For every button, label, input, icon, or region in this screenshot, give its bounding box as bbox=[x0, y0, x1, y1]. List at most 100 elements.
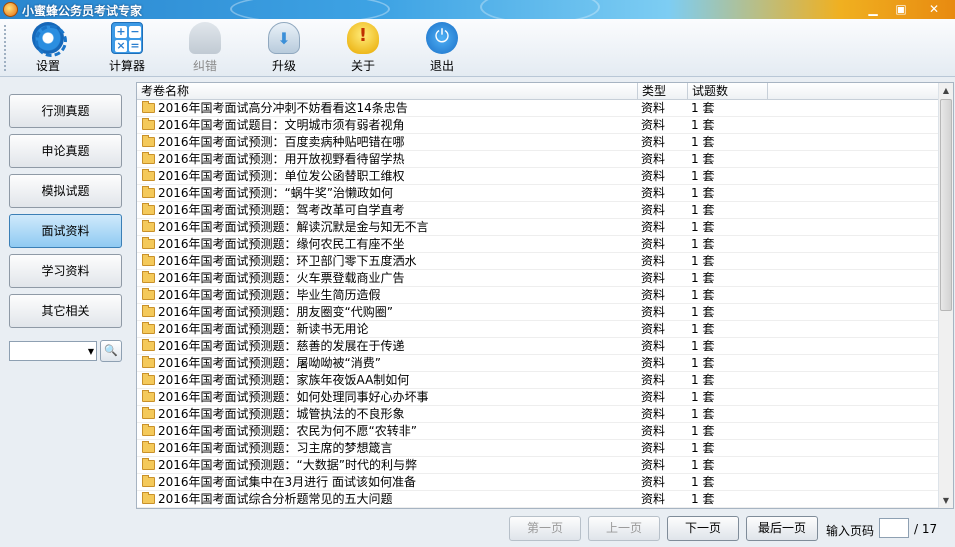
calculator-button[interactable]: + − × = 计算器 bbox=[95, 22, 159, 74]
table-row[interactable]: 2016年国考面试预测题：火车票登载商业广告 资料 1 套 bbox=[137, 270, 939, 287]
report-error-button[interactable]: 纠错 bbox=[173, 22, 237, 74]
search-combo[interactable]: ▼ bbox=[9, 341, 97, 361]
folder-icon bbox=[142, 152, 155, 164]
table-row[interactable]: 2016年国考面试预测题：朋友圈变“代购圈” 资料 1 套 bbox=[137, 304, 939, 321]
row-name-text: 2016年国考面试预测题：城管执法的不良形象 bbox=[158, 407, 405, 421]
column-header-type[interactable]: 类型 bbox=[638, 83, 688, 100]
table-row[interactable]: 2016年国考面试预测题：驾考改革可自学直考 资料 1 套 bbox=[137, 202, 939, 219]
row-type-cell: 资料 bbox=[641, 424, 666, 438]
table-row[interactable]: 2016年国考面试题目：文明城市须有弱者视角 资料 1 套 bbox=[137, 117, 939, 134]
window-title: 小蜜蜂公务员考试专家 bbox=[22, 4, 143, 18]
row-count-cell: 1 套 bbox=[691, 237, 715, 251]
row-count-cell: 1 套 bbox=[691, 152, 715, 166]
settings-button[interactable]: 设置 bbox=[16, 22, 80, 74]
scroll-down-icon[interactable]: ▼ bbox=[939, 493, 953, 508]
table-row[interactable]: 2016年国考面试集中在3月进行 面试该如何准备 资料 1 套 bbox=[137, 474, 939, 491]
table-row[interactable]: 2016年国考面试预测题：农民为何不愿“农转非” 资料 1 套 bbox=[137, 423, 939, 440]
row-type-cell: 资料 bbox=[641, 237, 666, 251]
last-page-button[interactable]: 最后一页 bbox=[746, 516, 818, 541]
table-row[interactable]: 2016年国考面试预测题：如何处理同事好心办坏事 资料 1 套 bbox=[137, 389, 939, 406]
sidebar-item-study[interactable]: 学习资料 bbox=[9, 254, 122, 288]
cloud-download-icon bbox=[268, 22, 300, 54]
person-icon bbox=[189, 22, 221, 54]
row-count-cell: 1 套 bbox=[691, 373, 715, 387]
table-row[interactable]: 2016年国考面试预测题：“大数据”时代的利与弊 资料 1 套 bbox=[137, 457, 939, 474]
row-count-cell: 1 套 bbox=[691, 356, 715, 370]
first-page-button[interactable]: 第一页 bbox=[509, 516, 581, 541]
table-row[interactable]: 2016年国考面试预测题：环卫部门零下五度洒水 资料 1 套 bbox=[137, 253, 939, 270]
settings-label: 设置 bbox=[35, 59, 60, 73]
row-type-cell: 资料 bbox=[641, 135, 666, 149]
table-row[interactable]: 2016年国考面试预测题：家族年夜饭AA制如何 资料 1 套 bbox=[137, 372, 939, 389]
row-type-cell: 资料 bbox=[641, 475, 666, 489]
row-name-text: 2016年国考面试预测题：朋友圈变“代购圈” bbox=[158, 305, 393, 319]
sidebar-item-shenlun[interactable]: 申论真题 bbox=[9, 134, 122, 168]
prev-page-button[interactable]: 上一页 bbox=[588, 516, 660, 541]
table-row[interactable]: 2016年国考面试预测：“蜗牛奖”治懒政如何 资料 1 套 bbox=[137, 185, 939, 202]
row-name-text: 2016年国考面试预测题：农民为何不愿“农转非” bbox=[158, 424, 417, 438]
table-row[interactable]: 2016年国考面试预测题：解读沉默是金与知无不言 资料 1 套 bbox=[137, 219, 939, 236]
row-name-text: 2016年国考面试预测：百度卖病种贴吧错在哪 bbox=[158, 135, 405, 149]
row-name-text: 2016年国考面试预测题：火车票登载商业广告 bbox=[158, 271, 405, 285]
table-row[interactable]: 2016年国考面试预测：百度卖病种贴吧错在哪 资料 1 套 bbox=[137, 134, 939, 151]
chevron-down-icon[interactable]: ▼ bbox=[88, 347, 94, 356]
close-button[interactable]: ✕ bbox=[921, 1, 947, 17]
row-name-text: 2016年国考面试预测：用开放视野看待留学热 bbox=[158, 152, 405, 166]
scrollbar-thumb[interactable] bbox=[940, 99, 952, 311]
row-type-cell: 资料 bbox=[641, 322, 666, 336]
page-number-input[interactable] bbox=[879, 518, 909, 538]
table-row[interactable]: 2016年国考面试综合分析题常见的五大问题 资料 1 套 bbox=[137, 491, 939, 508]
table-row[interactable]: 2016年国考面试预测题：毕业生简历造假 资料 1 套 bbox=[137, 287, 939, 304]
maximize-button[interactable]: ▣ bbox=[891, 1, 911, 17]
next-page-button[interactable]: 下一页 bbox=[667, 516, 739, 541]
table-row[interactable]: 2016年国考面试高分冲刺不妨看看这14条忠告 资料 1 套 bbox=[137, 100, 939, 117]
folder-icon bbox=[142, 203, 155, 215]
row-count-cell: 1 套 bbox=[691, 135, 715, 149]
row-name-cell: 2016年国考面试预测题：驾考改革可自学直考 bbox=[137, 202, 638, 219]
row-type-cell: 资料 bbox=[641, 169, 666, 183]
calculator-label: 计算器 bbox=[108, 59, 145, 73]
scroll-up-icon[interactable]: ▲ bbox=[939, 83, 953, 98]
column-header-count[interactable]: 试题数 bbox=[688, 83, 768, 100]
search-button[interactable]: 🔍 bbox=[100, 340, 122, 362]
sidebar-item-other[interactable]: 其它相关 bbox=[9, 294, 122, 328]
table-row[interactable]: 2016年国考面试预测题：屠呦呦被“消费” 资料 1 套 bbox=[137, 355, 939, 372]
row-name-cell: 2016年国考面试预测题：“大数据”时代的利与弊 bbox=[137, 457, 638, 474]
sidebar-item-interview[interactable]: 面试资料 bbox=[9, 214, 122, 248]
table-row[interactable]: 2016年国考面试预测：用开放视野看待留学热 资料 1 套 bbox=[137, 151, 939, 168]
vertical-scrollbar[interactable]: ▲ ▼ bbox=[938, 83, 953, 508]
row-name-cell: 2016年国考面试预测题：习主席的梦想箴言 bbox=[137, 440, 638, 457]
row-name-cell: 2016年国考面试集中在3月进行 面试该如何准备 bbox=[137, 474, 638, 491]
row-name-cell: 2016年国考面试预测：百度卖病种贴吧错在哪 bbox=[137, 134, 638, 151]
sidebar-item-mock-exams[interactable]: 模拟试题 bbox=[9, 174, 122, 208]
row-count-cell: 1 套 bbox=[691, 220, 715, 234]
minimize-button[interactable]: ▁ bbox=[863, 1, 883, 17]
folder-icon bbox=[142, 441, 155, 453]
folder-icon bbox=[142, 288, 155, 300]
row-count-cell: 1 套 bbox=[691, 339, 715, 353]
row-count-cell: 1 套 bbox=[691, 390, 715, 404]
row-type-cell: 资料 bbox=[641, 203, 666, 217]
table-row[interactable]: 2016年国考面试预测：单位发公函替职工维权 资料 1 套 bbox=[137, 168, 939, 185]
column-header-name[interactable]: 考卷名称 bbox=[137, 83, 638, 100]
table-row[interactable]: 2016年国考面试预测题：缘何农民工有座不坐 资料 1 套 bbox=[137, 236, 939, 253]
about-button[interactable]: 关于 bbox=[331, 22, 395, 74]
search-icon: 🔍 bbox=[104, 344, 118, 357]
row-name-cell: 2016年国考面试预测题：缘何农民工有座不坐 bbox=[137, 236, 638, 253]
exit-button[interactable]: 退出 bbox=[410, 22, 474, 74]
sidebar-item-xingce[interactable]: 行测真题 bbox=[9, 94, 122, 128]
row-name-cell: 2016年国考面试预测题：农民为何不愿“农转非” bbox=[137, 423, 638, 440]
row-name-text: 2016年国考面试高分冲刺不妨看看这14条忠告 bbox=[158, 101, 408, 115]
calculator-icon: + − × = bbox=[111, 22, 143, 54]
report-error-label: 纠错 bbox=[192, 59, 217, 73]
gear-icon bbox=[32, 22, 67, 57]
table-row[interactable]: 2016年国考面试预测题：城管执法的不良形象 资料 1 套 bbox=[137, 406, 939, 423]
table-row[interactable]: 2016年国考面试预测题：新读书无用论 资料 1 套 bbox=[137, 321, 939, 338]
table-row[interactable]: 2016年国考面试预测题：习主席的梦想箴言 资料 1 套 bbox=[137, 440, 939, 457]
table-row[interactable]: 2016年国考面试预测题：慈善的发展在于传递 资料 1 套 bbox=[137, 338, 939, 355]
folder-icon bbox=[142, 237, 155, 249]
upgrade-label: 升级 bbox=[271, 59, 296, 73]
folder-icon bbox=[142, 475, 155, 487]
upgrade-button[interactable]: 升级 bbox=[252, 22, 316, 74]
list-header: 考卷名称 类型 试题数 bbox=[137, 83, 939, 100]
